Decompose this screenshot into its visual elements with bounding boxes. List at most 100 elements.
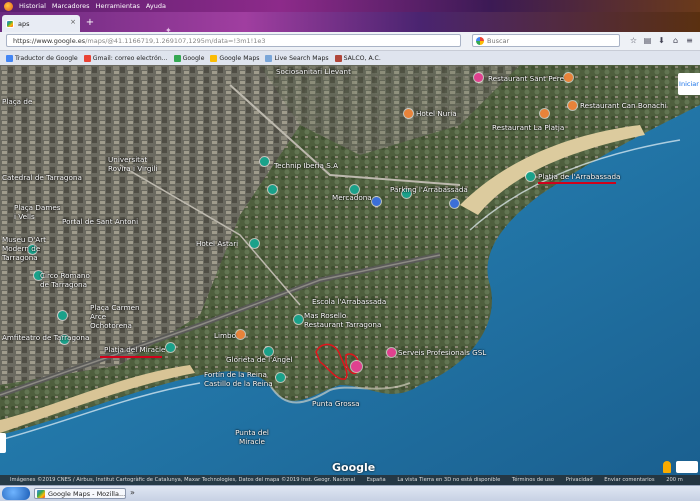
bookmark-traductor[interactable]: Traductor de Google (6, 54, 78, 62)
google-maps-icon (37, 490, 45, 498)
attribution-text: Imágenes ©2019 CNES / Airbus, Institut C… (10, 477, 356, 483)
map-pin[interactable] (236, 330, 245, 339)
tab-close-icon[interactable]: × (70, 18, 76, 26)
menu-bar: Historial Marcadores Herramientas Ayuda (0, 0, 700, 12)
firefox-logo-icon (4, 1, 13, 11)
bookmark-live-search-maps[interactable]: Live Search Maps (265, 54, 329, 62)
map-imagery (0, 65, 700, 485)
satellite-map[interactable]: Sociosanitari Llevant Restaurant Sant Pe… (0, 65, 700, 485)
navigation-toolbar: https://www.google.es/maps/@41.1166719,1… (0, 32, 700, 51)
map-pin[interactable] (372, 197, 381, 206)
bookmark-label: Live Search Maps (274, 54, 329, 62)
label-placa: Plaça de (2, 97, 33, 106)
label-limbo: Limbo (214, 331, 236, 340)
taskbar-item-title: Google Maps - Mozilla... (48, 490, 126, 498)
bookmark-label: Traductor de Google (15, 54, 78, 62)
bookmark-gmail[interactable]: Gmail: correo electrón... (83, 54, 168, 62)
label-platja-miracle: Platja del Miracle (104, 345, 166, 354)
url-path: /maps/@41.1166719,1.269107,1295m/data=!3… (85, 37, 266, 45)
label-museu: Museu D'Art Modern de Tarragona (2, 235, 46, 262)
tab-title: aps (18, 19, 30, 28)
map-pin[interactable] (351, 361, 362, 372)
highlight-underline (538, 182, 616, 184)
sign-in-button[interactable]: Iniciar (678, 73, 700, 95)
map-pin[interactable] (268, 185, 277, 194)
menu-marcadores[interactable]: Marcadores (52, 2, 90, 10)
windows-taskbar: Google Maps - Mozilla... » (0, 485, 700, 501)
bookmark-google[interactable]: Google (173, 54, 205, 62)
bookmark-label: Google (182, 54, 205, 62)
map-pin[interactable] (260, 157, 269, 166)
google-maps-favicon-icon (6, 19, 14, 28)
salco-icon (334, 54, 342, 62)
map-pin[interactable] (404, 109, 413, 118)
google-logo: Google (332, 461, 376, 474)
label-placa-dames: Plaça Dames i Vells (14, 203, 61, 221)
label-amfiteatre: Amfiteatro de Tarragona (2, 333, 90, 342)
attribution-bar: Imágenes ©2019 CNES / Airbus, Institut C… (0, 475, 700, 485)
search-input[interactable]: Buscar (472, 34, 620, 47)
tab-google-maps[interactable]: aps × (2, 15, 80, 32)
bookmark-google-maps[interactable]: Google Maps (210, 54, 260, 62)
label-parking: Parking l'Arrabassada (390, 185, 468, 194)
bookmark-label: SALCO, A.C. (343, 54, 381, 62)
map-pin[interactable] (58, 311, 67, 320)
label-punta-grossa: Punta Grossa (312, 399, 360, 408)
label-restaurant-sant-pere: Restaurant Sant Pere (488, 74, 564, 83)
pegman-icon[interactable] (663, 461, 671, 473)
attrib-privacy[interactable]: Privacidad (566, 477, 593, 483)
label-restaurant-la-platja: Restaurant La Platja (492, 123, 565, 132)
start-button[interactable] (2, 487, 30, 500)
home-icon[interactable]: ⌂ (670, 34, 681, 47)
tab-bar: aps × + ✦ (0, 12, 700, 35)
gmail-icon (83, 54, 91, 62)
bookmark-salco[interactable]: SALCO, A.C. (334, 54, 381, 62)
new-tab-button[interactable]: + (84, 17, 96, 29)
label-mas-rosello: Mas Rosello Restaurant Tarragona (304, 311, 382, 329)
search-placeholder: Buscar (487, 37, 510, 45)
attrib-country[interactable]: España (367, 477, 386, 483)
star-icon[interactable]: ☆ (628, 34, 639, 47)
label-sociosanitari: Sociosanitari Llevant (276, 67, 351, 76)
map-pin[interactable] (474, 73, 483, 82)
live-search-icon (265, 54, 273, 62)
attrib-3d-note: La vista Tierra en 3D no está disponible (397, 477, 501, 483)
map-pin[interactable] (166, 343, 175, 352)
taskbar-item-firefox[interactable]: Google Maps - Mozilla... (34, 488, 126, 499)
zoom-controls[interactable] (676, 461, 698, 473)
bookmark-label: Gmail: correo electrón... (92, 54, 168, 62)
url-bar[interactable]: https://www.google.es/maps/@41.1166719,1… (6, 34, 461, 47)
map-pin[interactable] (564, 73, 573, 82)
label-technip: Technip Iberia S.A (274, 161, 339, 170)
label-fortin: Fortín de la Reina Castillo de la Reina (204, 370, 273, 388)
map-pin[interactable] (250, 239, 259, 248)
label-universitat: Universitat Rovira i Virgili (108, 155, 158, 173)
label-hotel-astari: Hotel Astari (196, 239, 239, 248)
label-mercadona: Mercadona (332, 193, 372, 202)
bookmarks-bar: Traductor de Google Gmail: correo electr… (0, 51, 700, 66)
menu-ayuda[interactable]: Ayuda (146, 2, 166, 10)
map-pin[interactable] (294, 315, 303, 324)
map-pin[interactable] (540, 109, 549, 118)
label-platja-arrabassada: Platja de l'Arrabassada (538, 172, 621, 181)
taskbar-overflow-icon[interactable]: » (130, 488, 140, 499)
side-panel-toggle[interactable] (0, 433, 6, 453)
menu-historial[interactable]: Historial (19, 2, 46, 10)
label-placa-carmen: Plaça Carmen Arce Ochotorena (90, 303, 140, 330)
bookmark-label: Google Maps (219, 54, 260, 62)
clipboard-icon[interactable]: ▤ (642, 34, 653, 47)
map-pin[interactable] (450, 199, 459, 208)
menu-herramientas[interactable]: Herramientas (96, 2, 140, 10)
label-hotel-nuria: Hotel Nuria (416, 109, 457, 118)
label-glorieta: Glorieta de l'Àngel (226, 355, 293, 364)
menu-icon[interactable]: ≡ (684, 34, 695, 47)
map-pin[interactable] (526, 172, 535, 181)
attrib-feedback[interactable]: Enviar comentarios (604, 477, 654, 483)
map-pin[interactable] (568, 101, 577, 110)
toolbar-icons: ☆ ▤ ⬇ ⌂ ≡ (628, 34, 698, 47)
attrib-terms[interactable]: Términos de uso (512, 477, 554, 483)
download-icon[interactable]: ⬇ (656, 34, 667, 47)
url-domain: https://www.google.es (13, 37, 86, 45)
attrib-scale: 200 m (666, 477, 683, 483)
map-pin[interactable] (387, 348, 396, 357)
